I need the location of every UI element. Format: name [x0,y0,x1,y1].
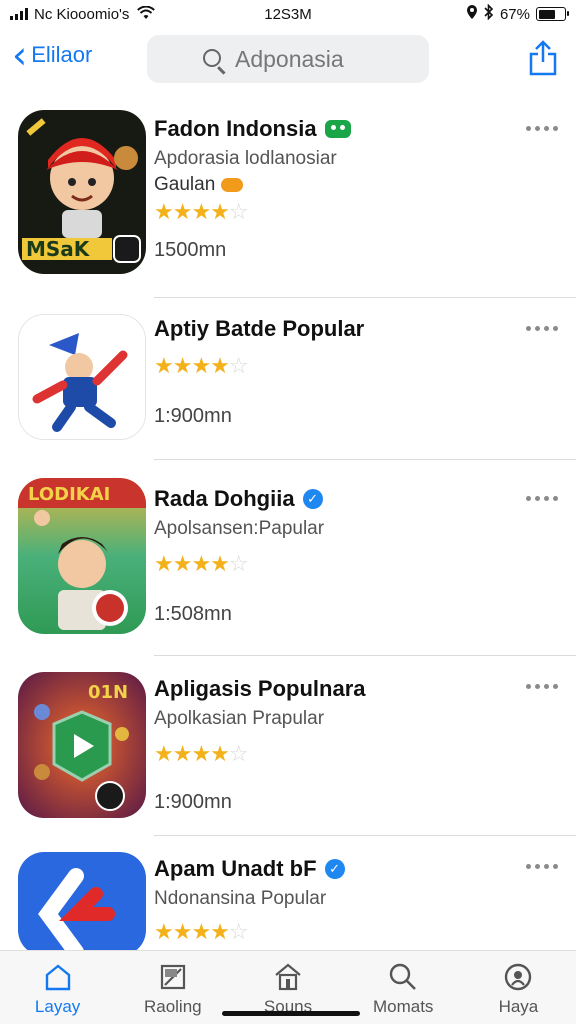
signal-icon [10,8,28,20]
search-icon [203,49,221,67]
app-row[interactable]: 01N Apligasis Populnara Apolkasian Prapu… [0,656,576,836]
battery-fill [538,9,556,19]
status-time: 12S3M [264,5,312,23]
app-title: Fadon Indonsia [154,116,317,141]
battery-percent: 67% [499,5,530,23]
game-controller-icon [324,120,351,138]
home-indicator [222,1011,360,1016]
app-row[interactable]: LODIKAI Rada Dohgiia ✓ Apolsansen:Papular… [0,460,576,656]
svg-text:01N: 01N [88,682,128,703]
nav-bar: ‹ Elilaor Adponasia [0,30,576,90]
app-genre: Gaulan [154,174,216,195]
search-placeholder: Adponasia [235,45,344,72]
search-icon [390,963,417,990]
bluetooth-icon [484,3,494,24]
more-button[interactable] [526,496,558,501]
profile-icon [505,963,532,991]
more-button[interactable] [526,126,558,131]
tab-label: Momats [372,997,434,1016]
app-subtitle: Apolkasian Prapular [154,708,325,729]
share-icon [529,40,557,76]
app-title: Aptiy Batde Popular [154,316,365,341]
back-label: Elilaor [31,42,93,67]
tab-profile[interactable]: Haya [461,951,576,1024]
wifi-icon [137,5,156,23]
app-icon: LODIKAI [18,478,146,634]
app-subtitle: Apdorasia lodlanosiar [154,148,337,169]
star-rating: ★★★★☆ [154,920,249,945]
star-rating: ★★★★☆ [154,200,249,225]
svg-text:LODIKAI: LODIKAI [28,484,110,505]
location-icon [466,5,478,23]
app-icon: MSaK [18,110,146,274]
carrier-name: Nc Kiooomio's [34,5,130,23]
app-row[interactable]: Aptiy Batde Popular ★★★★☆ 1:900mn [0,298,576,460]
app-subtitle: Ndonansina Popular [154,888,327,909]
app-size: 1:900mn [154,791,232,813]
chevron-left-icon: ‹ [12,33,28,77]
app-title: Rada Dohgiia [154,486,295,511]
verified-icon: ✓ [302,489,323,509]
tab-label: Haya [498,997,539,1016]
app-subtitle: Apolsansen:Papular [154,518,325,539]
verified-icon: ✓ [324,859,345,879]
svg-text:MSaK: MSaK [26,237,91,261]
tab-today[interactable]: Layay [0,951,115,1024]
flag-icon [160,964,185,990]
back-button[interactable]: ‹ Elilaor [12,33,93,77]
app-row[interactable]: MSaK Fadon Indonsia Apdorasia lodlanosia… [0,98,576,298]
app-icon [18,314,146,440]
search-field[interactable]: Adponasia [147,35,429,83]
tab-ranking[interactable]: Raoling [115,951,230,1024]
tab-search[interactable]: Momats [346,951,461,1024]
app-icon [18,852,146,956]
house-icon [275,963,301,991]
app-list: MSaK Fadon Indonsia Apdorasia lodlanosia… [0,98,576,956]
tab-label: Raoling [143,997,202,1016]
share-button[interactable] [528,40,558,76]
star-rating: ★★★★☆ [154,354,249,379]
app-size: 1:900mn [154,405,232,427]
genre-tag-icon [221,178,244,192]
home-icon [45,964,70,991]
status-bar: Nc Kiooomio's 12S3M 67% [0,0,576,28]
star-rating: ★★★★☆ [154,742,249,767]
tab-label: Layay [34,997,81,1016]
app-title: Apligasis Populnara [154,676,366,701]
battery-icon [536,7,569,21]
app-size: 1:508mn [154,603,232,625]
more-button[interactable] [526,864,558,869]
app-size: 1500mn [154,239,227,261]
more-button[interactable] [526,684,558,689]
star-rating: ★★★★☆ [154,552,249,577]
app-title: Apam Unadt bF [154,856,317,881]
app-icon: 01N [18,672,146,818]
more-button[interactable] [526,326,558,331]
app-row[interactable]: Apam Unadt bF ✓ Ndonansina Popular ★★★★☆ [0,836,576,956]
